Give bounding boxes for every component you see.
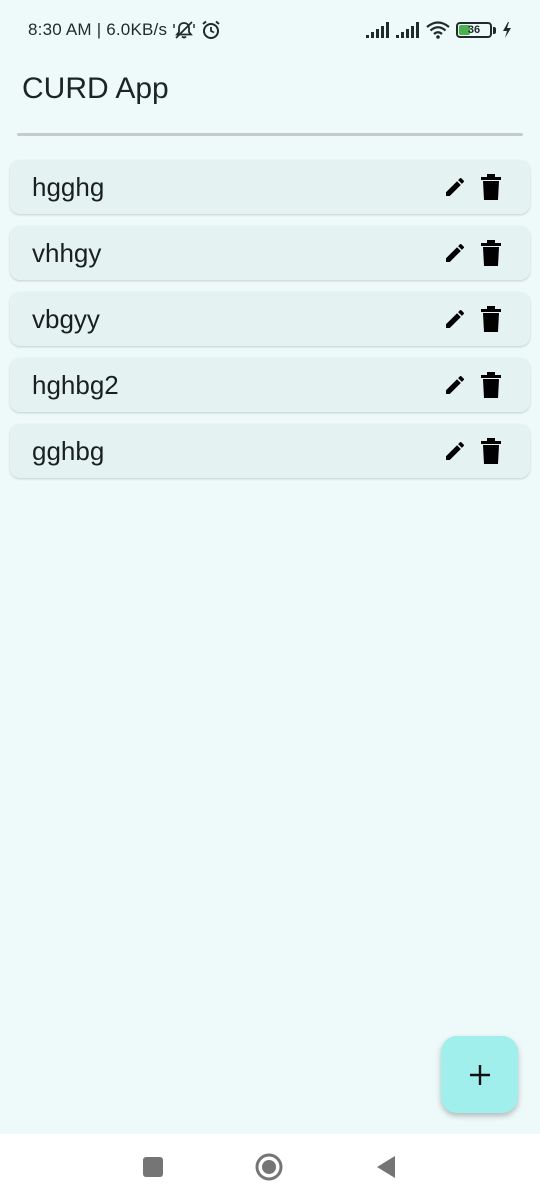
item-actions [442, 306, 504, 332]
charging-icon [502, 22, 512, 38]
edit-icon[interactable] [442, 306, 468, 332]
signal-icon [366, 22, 390, 38]
recents-icon [142, 1156, 164, 1178]
system-nav-bar [0, 1134, 540, 1200]
edit-icon[interactable] [442, 372, 468, 398]
battery-tip [493, 26, 496, 34]
delete-icon[interactable] [478, 372, 504, 398]
item-label: vhhgy [32, 237, 102, 268]
item-list: hgghg vhhgy vbgyy hghbg2 gghbg [10, 160, 530, 490]
app-title: CURD App [22, 72, 169, 105]
delete-icon[interactable] [478, 438, 504, 464]
add-item-button[interactable] [441, 1036, 518, 1113]
back-icon [375, 1155, 397, 1179]
signal-icon [396, 22, 420, 38]
battery-level: 36 [467, 24, 481, 36]
delete-icon[interactable] [478, 240, 504, 266]
delete-icon[interactable] [478, 174, 504, 200]
item-actions [442, 174, 504, 200]
item-label: gghbg [32, 435, 105, 466]
recents-button[interactable] [138, 1152, 168, 1182]
status-time-speed: 8:30 AM | 6.0KB/s [28, 20, 168, 39]
item-label: hgghg [32, 171, 105, 202]
muted-notification-icon [173, 20, 195, 40]
home-icon [254, 1152, 284, 1182]
item-label: hghbg2 [32, 369, 119, 400]
alarm-icon [201, 20, 221, 40]
edit-icon[interactable] [442, 174, 468, 200]
add-icon [468, 1063, 492, 1087]
item-actions [442, 438, 504, 464]
list-item[interactable]: vhhgy [10, 226, 530, 280]
status-bar: 8:30 AM | 6.0KB/s 36 [0, 0, 540, 60]
home-button[interactable] [254, 1152, 284, 1182]
status-right: 36 [366, 21, 512, 39]
battery-body: 36 [456, 22, 492, 38]
header-divider [17, 133, 523, 136]
edit-icon[interactable] [442, 240, 468, 266]
list-item[interactable]: hgghg [10, 160, 530, 214]
list-item[interactable]: vbgyy [10, 292, 530, 346]
back-button[interactable] [371, 1152, 401, 1182]
delete-icon[interactable] [478, 306, 504, 332]
screen: 8:30 AM | 6.0KB/s 36 CURD App hgghg vhhg… [0, 0, 540, 1200]
edit-icon[interactable] [442, 438, 468, 464]
wifi-icon [426, 21, 450, 39]
item-actions [442, 240, 504, 266]
list-item[interactable]: gghbg [10, 424, 530, 478]
status-left: 8:30 AM | 6.0KB/s [28, 20, 221, 40]
item-actions [442, 372, 504, 398]
list-item[interactable]: hghbg2 [10, 358, 530, 412]
battery-icon: 36 [456, 22, 496, 38]
item-label: vbgyy [32, 303, 100, 334]
